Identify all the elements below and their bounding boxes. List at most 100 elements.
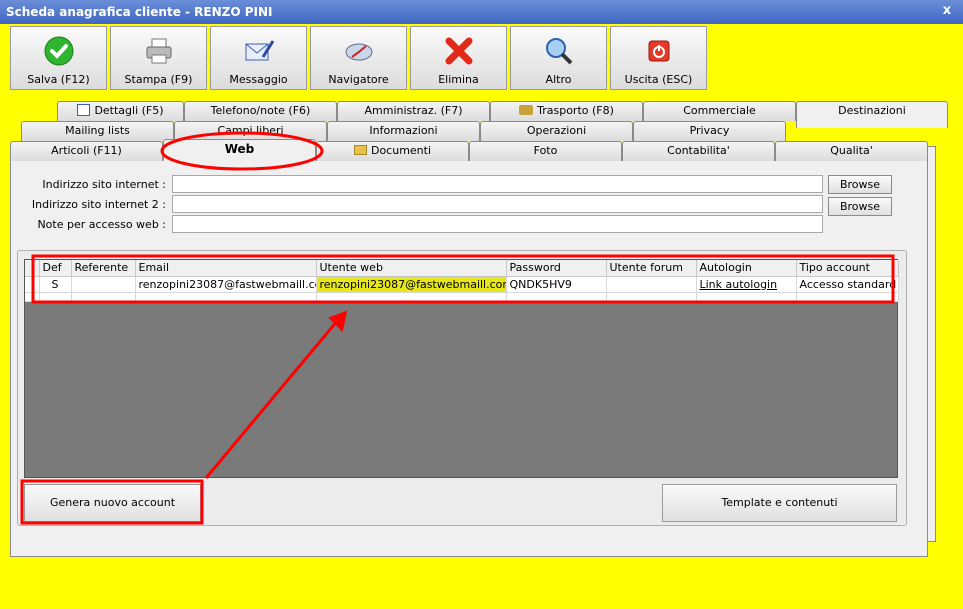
cell-tipo-account[interactable]: Accesso standard <box>796 276 899 293</box>
row-indicator <box>25 276 40 293</box>
cell-password[interactable]: QNDK5HV9 <box>506 276 607 293</box>
tab-mailing-lists-label: Mailing lists <box>65 124 130 137</box>
tab-campi-liberi-label: Campi liberi <box>217 124 284 137</box>
stampa-label: Stampa (F9) <box>124 73 193 86</box>
cell-referente[interactable] <box>71 276 136 293</box>
tab-trasporto-label: Trasporto (F8) <box>537 104 614 117</box>
table-row <box>25 292 899 302</box>
elimina-label: Elimina <box>438 73 479 86</box>
tab-dettagli-label: Dettagli (F5) <box>94 104 164 117</box>
tab-commerciale-label: Commerciale <box>683 104 756 117</box>
empty-cell <box>25 292 40 302</box>
browse-button-1[interactable]: Browse <box>828 175 892 194</box>
magnifier-icon <box>545 38 572 65</box>
account-table: Def Referente Email Utente web Password … <box>25 260 899 302</box>
truck-icon <box>519 105 534 115</box>
tab-destinazioni-label: Destinazioni <box>838 104 906 117</box>
empty-cell <box>606 292 697 302</box>
sito2-label: Indirizzo sito internet 2 : <box>31 198 166 211</box>
folder-icon <box>353 145 367 155</box>
tab-campi-liberi[interactable]: Campi liberi <box>174 121 327 141</box>
note-input[interactable] <box>172 215 823 233</box>
tab-documenti-label: Documenti <box>370 144 432 157</box>
stampa-button[interactable]: Stampa (F9) <box>110 26 207 90</box>
sito2-input[interactable] <box>172 195 823 213</box>
close-icon[interactable]: x <box>939 3 955 19</box>
tab-articoli-label: Articoli (F11) <box>51 144 122 157</box>
check-icon <box>44 36 73 66</box>
tab-operazioni[interactable]: Operazioni <box>480 121 633 141</box>
table-header-row: Def Referente Email Utente web Password … <box>25 260 899 277</box>
cell-utente-web[interactable]: renzopini23087@fastwebmaill.com <box>316 276 507 293</box>
tab-mailing-lists[interactable]: Mailing lists <box>21 121 174 141</box>
tab-documenti[interactable]: Documenti <box>316 141 469 161</box>
tab-commerciale[interactable]: Commerciale <box>643 101 796 121</box>
calendar-icon <box>77 104 91 116</box>
col-tipo-account[interactable]: Tipo account <box>796 260 899 277</box>
cell-email[interactable]: renzopini23087@fastwebmaill.com <box>135 276 317 293</box>
col-password[interactable]: Password <box>506 260 607 277</box>
genera-nuovo-account-button[interactable]: Genera nuovo account <box>24 484 201 522</box>
window-title: Scheda anagrafica cliente - RENZO PINI <box>6 5 273 19</box>
altro-button[interactable]: Altro <box>510 26 607 90</box>
empty-cell <box>316 292 507 302</box>
salva-button[interactable]: Salva (F12) <box>10 26 107 90</box>
empty-cell <box>696 292 797 302</box>
tab-web-label: Web <box>224 142 255 156</box>
autologin-link[interactable]: Link autologin <box>696 276 797 293</box>
col-autologin[interactable]: Autologin <box>696 260 797 277</box>
tab-dettagli[interactable]: Dettagli (F5) <box>57 101 184 121</box>
tab-contabilita[interactable]: Contabilita' <box>622 141 775 161</box>
browse-button-2[interactable]: Browse <box>828 197 892 216</box>
messaggio-label: Messaggio <box>229 73 288 86</box>
empty-cell <box>506 292 607 302</box>
template-contenuti-button[interactable]: Template e contenuti <box>662 484 897 522</box>
red-x-icon <box>445 37 472 65</box>
table-row[interactable]: S renzopini23087@fastwebmaill.com renzop… <box>25 276 899 293</box>
tab-telefono-note[interactable]: Telefono/note (F6) <box>184 101 337 121</box>
tab-articoli[interactable]: Articoli (F11) <box>10 141 163 161</box>
tab-operazioni-label: Operazioni <box>526 124 587 137</box>
salva-label: Salva (F12) <box>27 73 90 86</box>
tab-web[interactable]: Web <box>163 139 316 161</box>
window-title-bar: Scheda anagrafica cliente - RENZO PINI <box>0 0 963 24</box>
sito-label: Indirizzo sito internet : <box>42 178 166 191</box>
tab-destinazioni[interactable]: Destinazioni <box>796 101 948 128</box>
tab-amministraz[interactable]: Amministraz. (F7) <box>337 101 490 121</box>
empty-cell <box>796 292 899 302</box>
note-label: Note per accesso web : <box>37 218 166 231</box>
tab-foto[interactable]: Foto <box>469 141 622 161</box>
uscita-label: Uscita (ESC) <box>624 73 693 86</box>
tab-qualita[interactable]: Qualita' <box>775 141 928 161</box>
tab-contabilita-label: Contabilita' <box>667 144 730 157</box>
row-indicator-header <box>25 260 40 277</box>
empty-cell <box>39 292 72 302</box>
tab-privacy[interactable]: Privacy <box>633 121 786 141</box>
tab-amministraz-label: Amministraz. (F7) <box>364 104 463 117</box>
cell-utente-forum[interactable] <box>606 276 697 293</box>
cell-def[interactable]: S <box>39 276 72 293</box>
navigatore-button[interactable]: Navigatore <box>310 26 407 90</box>
compass-icon <box>345 43 372 61</box>
tab-qualita-label: Qualita' <box>830 144 873 157</box>
power-icon <box>648 40 669 62</box>
col-def[interactable]: Def <box>39 260 72 277</box>
tab-trasporto[interactable]: Trasporto (F8) <box>490 101 643 121</box>
col-utente-web[interactable]: Utente web <box>316 260 507 277</box>
uscita-button[interactable]: Uscita (ESC) <box>610 26 707 90</box>
tab-foto-label: Foto <box>533 144 558 157</box>
envelope-pen-icon <box>245 40 274 61</box>
col-referente[interactable]: Referente <box>71 260 136 277</box>
account-grid: Def Referente Email Utente web Password … <box>24 259 899 478</box>
col-email[interactable]: Email <box>135 260 317 277</box>
col-utente-forum[interactable]: Utente forum <box>606 260 697 277</box>
printer-icon <box>146 38 171 64</box>
elimina-button[interactable]: Elimina <box>410 26 507 90</box>
navigatore-label: Navigatore <box>328 73 389 86</box>
tab-informazioni-label: Informazioni <box>369 124 438 137</box>
sito-input[interactable] <box>172 175 823 193</box>
empty-cell <box>71 292 136 302</box>
tab-informazioni[interactable]: Informazioni <box>327 121 480 141</box>
messaggio-button[interactable]: Messaggio <box>210 26 307 90</box>
tab-telefono-note-label: Telefono/note (F6) <box>210 104 311 117</box>
